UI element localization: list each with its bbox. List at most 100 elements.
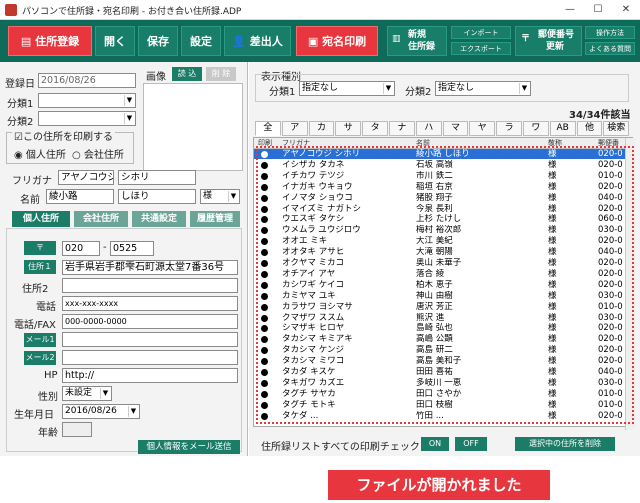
image-delete-button[interactable]: 削 除 xyxy=(206,67,236,81)
kana-tab[interactable]: タ xyxy=(362,121,388,136)
chevron-down-icon: ▼ xyxy=(100,388,110,399)
title-bar: パソコンで住所録・宛名印刷 - お付き合い住所録.ADP — ☐ ✕ xyxy=(0,0,640,20)
tab-common[interactable]: 共通設定 xyxy=(132,211,186,227)
close-button[interactable]: ✕ xyxy=(612,2,640,18)
print-check-all-label: 住所録リストすべての印刷チェック: xyxy=(261,442,424,453)
register-address-button[interactable]: ▤ 住所登録 xyxy=(8,26,92,56)
kana-tab[interactable]: AB xyxy=(549,121,576,136)
furigana-last-input[interactable]: アヤノコウジ xyxy=(58,170,114,185)
address1-button[interactable]: 住所１ xyxy=(24,260,56,274)
mail1-input[interactable] xyxy=(62,332,238,347)
chevron-down-icon: ▼ xyxy=(228,191,238,202)
mail2-button[interactable]: メール2 xyxy=(24,351,56,365)
mail1-button[interactable]: メール1 xyxy=(24,333,56,347)
zip2-input[interactable]: 0525 xyxy=(110,241,154,256)
open-button[interactable]: 開く xyxy=(95,26,135,56)
mail2-input[interactable] xyxy=(62,350,238,365)
filter-cat1-select[interactable]: 指定なし ▼ xyxy=(299,81,395,96)
kana-tab[interactable]: ハ xyxy=(415,121,442,136)
person-icon: 👤 xyxy=(232,35,250,48)
manual-button[interactable]: 操作方法 xyxy=(585,26,635,39)
fax-input[interactable]: 000-0000-0000 xyxy=(62,314,238,329)
kana-tab[interactable]: ナ xyxy=(389,121,415,136)
kana-tab[interactable]: 検索 xyxy=(603,121,630,136)
birth-label: 生年月日 xyxy=(14,410,54,421)
import-button[interactable]: インポート xyxy=(451,26,511,39)
honorific-select[interactable]: 様 ▼ xyxy=(200,189,240,204)
name-label: 名前 xyxy=(20,195,40,206)
hp-input[interactable]: http:// xyxy=(62,368,238,383)
age-label: 年齢 xyxy=(38,428,58,439)
toolbar: ▤ 住所登録 開く 保存 設定 👤 差出人 ▣ 宛名印刷 ▥ 新規 住所録 インポー… xyxy=(0,20,640,62)
name-first-input[interactable]: しほり xyxy=(118,189,196,204)
radio-empty-icon: ○ xyxy=(72,150,84,161)
print-checkbox[interactable]: ☑この住所を印刷する xyxy=(12,128,115,143)
kana-tab[interactable]: 全 xyxy=(255,121,281,136)
age-field xyxy=(62,422,92,437)
kana-tab[interactable]: サ xyxy=(335,121,362,136)
result-count: 34/34件該当 xyxy=(569,110,631,121)
save-button[interactable]: 保存 xyxy=(138,26,178,56)
kana-tab[interactable]: ワ xyxy=(523,121,549,136)
radio-company[interactable]: ○ 会社住所 xyxy=(72,146,124,161)
reg-date-field[interactable]: 2016/08/26 xyxy=(38,73,136,88)
highlight-frame xyxy=(256,146,634,424)
new-addressbook-button[interactable]: ▥ 新規 住所録 xyxy=(387,26,447,56)
tab-history[interactable]: 履歴管理 xyxy=(190,211,240,227)
cat1-label: 分類1 xyxy=(7,99,34,110)
checkbox-checked-icon: ☑ xyxy=(14,132,23,143)
cat2-select[interactable]: ▼ xyxy=(38,111,136,126)
address-form: 登録日 2016/08/26 画像 読 込 削 除 分類1 ▼ 分類2 ▼ ☑こ… xyxy=(0,62,248,456)
radio-personal[interactable]: ◉ 個人住所 xyxy=(14,146,66,161)
print-label-button[interactable]: ▣ 宛名印刷 xyxy=(296,26,378,56)
kana-tab[interactable]: ヤ xyxy=(469,121,496,136)
print-icon: ▣ xyxy=(307,35,323,48)
check-all-off-button[interactable]: OFF xyxy=(455,437,487,451)
filter-cat1-label: 分類1 xyxy=(269,87,296,98)
chevron-down-icon: ▼ xyxy=(124,113,134,124)
tab-personal[interactable]: 個人住所 xyxy=(12,211,70,227)
furigana-label: フリガナ xyxy=(12,176,52,187)
image-area xyxy=(143,83,243,171)
tab-company[interactable]: 会社住所 xyxy=(74,211,128,227)
gender-label: 性別 xyxy=(38,392,58,403)
status-message: ファイルが開かれました xyxy=(328,470,550,500)
chevron-down-icon: ▼ xyxy=(124,95,134,106)
kana-tab[interactable]: ア xyxy=(281,121,308,136)
cat1-select[interactable]: ▼ xyxy=(38,93,136,108)
settings-button[interactable]: 設定 xyxy=(181,26,221,56)
gender-select[interactable]: 未設定 ▼ xyxy=(62,386,112,401)
faq-button[interactable]: よくある質問 xyxy=(585,42,635,55)
check-all-on-button[interactable]: ON xyxy=(421,437,449,451)
image-load-button[interactable]: 読 込 xyxy=(172,67,202,81)
kana-tab[interactable]: 他 xyxy=(576,121,603,136)
export-button[interactable]: エクスポート xyxy=(451,42,511,55)
minimize-button[interactable]: — xyxy=(556,2,584,18)
zip1-input[interactable]: 020 xyxy=(62,241,100,256)
address2-input[interactable] xyxy=(62,278,238,293)
window-title: パソコンで住所録・宛名印刷 - お付き合い住所録.ADP xyxy=(22,7,242,17)
maximize-button[interactable]: ☐ xyxy=(584,2,612,18)
zip-separator: - xyxy=(103,242,107,253)
reg-date-label: 登録日 xyxy=(5,79,35,90)
address1-input[interactable]: 岩手県岩手郡雫石町源太堂7番36号 xyxy=(62,260,238,275)
send-mail-button[interactable]: 個人情報をメール送信 xyxy=(138,440,240,454)
furigana-first-input[interactable]: シホリ xyxy=(118,170,196,185)
kana-tab[interactable]: マ xyxy=(442,121,469,136)
phone-label: 電話 xyxy=(36,302,56,313)
postal-update-button[interactable]: 〒郵便番号 更新 xyxy=(515,26,582,56)
filter-cat2-select[interactable]: 指定なし ▼ xyxy=(435,81,531,96)
phone-input[interactable]: xxx-xxx-xxxx xyxy=(62,296,238,311)
birth-select[interactable]: 2016/08/26 ▼ xyxy=(62,404,140,419)
name-last-input[interactable]: 綾小路 xyxy=(46,189,114,204)
kana-tab[interactable]: カ xyxy=(308,121,335,136)
chevron-down-icon: ▼ xyxy=(383,83,393,94)
app-icon xyxy=(5,4,17,16)
sender-button[interactable]: 👤 差出人 xyxy=(224,26,291,56)
zip-lookup-button[interactable]: 〒 xyxy=(24,241,56,255)
address2-label: 住所2 xyxy=(22,284,49,295)
radio-selected-icon: ◉ xyxy=(14,150,26,161)
kana-tab[interactable]: ラ xyxy=(496,121,522,136)
delete-selected-button[interactable]: 選択中の住所を削除 xyxy=(515,437,615,451)
chevron-down-icon: ▼ xyxy=(519,83,529,94)
